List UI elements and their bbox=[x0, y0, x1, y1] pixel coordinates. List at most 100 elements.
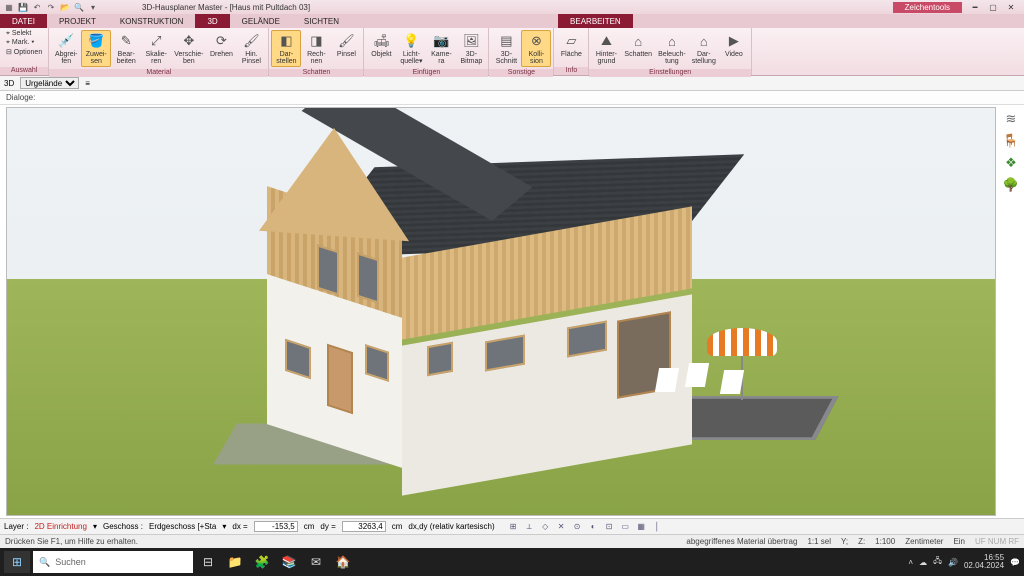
start-button[interactable]: ⊞ bbox=[4, 551, 30, 573]
verschieben-button[interactable]: ✥Verschie- ben bbox=[171, 30, 206, 67]
tab-konstruktion[interactable]: KONSTRUKTION bbox=[108, 14, 196, 28]
tab-datei[interactable]: DATEI bbox=[0, 14, 47, 28]
drehen-button[interactable]: ⟳Drehen bbox=[206, 30, 236, 60]
tab-gelaende[interactable]: GELÄNDE bbox=[230, 14, 292, 28]
snap-icon[interactable]: ⊙ bbox=[571, 520, 584, 533]
zuweisen-button[interactable]: 🪣Zuwei- sen bbox=[81, 30, 111, 67]
optionen-button[interactable]: ⊟ Optionen bbox=[6, 48, 42, 56]
status-y: Y; bbox=[841, 537, 848, 546]
objekt-button[interactable]: 🛋Objekt bbox=[366, 30, 396, 60]
dialog-bar: Dialoge: bbox=[0, 91, 1024, 105]
taskbar-app-icon[interactable]: 🏠 bbox=[331, 551, 355, 573]
group-label: Material bbox=[49, 69, 268, 77]
snap-icon[interactable]: ◇ bbox=[539, 520, 552, 533]
task-view-icon[interactable]: ⊟ bbox=[196, 551, 220, 573]
chair bbox=[685, 363, 709, 387]
move-icon: ✥ bbox=[180, 32, 198, 50]
snap-icon[interactable]: ✕ bbox=[555, 520, 568, 533]
dx-input[interactable] bbox=[254, 521, 298, 532]
taskbar-app-icon[interactable]: ✉ bbox=[304, 551, 328, 573]
snap-icon[interactable]: ▭ bbox=[619, 520, 632, 533]
taskbar-app-icon[interactable]: 📁 bbox=[223, 551, 247, 573]
umbrella-canopy bbox=[707, 328, 777, 356]
darstellung-button[interactable]: ⌂Dar- stellung bbox=[689, 30, 719, 67]
camera-icon: 📷 bbox=[432, 32, 450, 50]
tray-network-icon[interactable]: 🖧 bbox=[933, 555, 942, 569]
taskbar-app-icon[interactable]: 📚 bbox=[277, 551, 301, 573]
layers-icon[interactable]: ≋ bbox=[1006, 111, 1017, 127]
dropdown-icon[interactable]: ▾ bbox=[222, 522, 226, 531]
ribbon: ⌖ Selekt ⌖ Mark. ▾ ⊟ Optionen Auswahl 💉A… bbox=[0, 28, 1024, 76]
taskbar-search[interactable]: 🔍 Suchen bbox=[33, 551, 193, 573]
hintergrund-button[interactable]: ⛰Hinter- grund bbox=[591, 30, 621, 67]
rechnen-button[interactable]: ◨Rech- nen bbox=[301, 30, 331, 67]
tree-icon[interactable]: 🌳 bbox=[1003, 177, 1019, 193]
beleuchtung-button[interactable]: ⌂Beleuch- tung bbox=[655, 30, 689, 67]
qat-icon[interactable]: ▦ bbox=[3, 1, 15, 13]
background-icon: ⛰ bbox=[597, 32, 615, 50]
tray-volume-icon[interactable]: 🔊 bbox=[948, 558, 958, 567]
front-door bbox=[327, 344, 353, 414]
tray-cloud-icon[interactable]: ☁ bbox=[919, 558, 927, 567]
taskbar-app-icon[interactable]: 🧩 bbox=[250, 551, 274, 573]
snap-icon[interactable]: ⊡ bbox=[603, 520, 616, 533]
tab-sichten[interactable]: SICHTEN bbox=[292, 14, 351, 28]
bearbeiten-button[interactable]: ✎Bear- beiten bbox=[111, 30, 141, 67]
coord-mode[interactable]: dx,dy (relativ kartesisch) bbox=[408, 522, 494, 531]
qat-save-icon[interactable]: 💾 bbox=[17, 1, 29, 13]
dropdown-icon[interactable]: ▾ bbox=[93, 522, 97, 531]
group-einstellungen: ⛰Hinter- grund ⌂Schatten ⌂Beleuch- tung … bbox=[589, 28, 751, 75]
viewport-3d[interactable] bbox=[6, 107, 996, 516]
mark-button[interactable]: ⌖ Mark. ▾ bbox=[6, 39, 34, 47]
hinpinsel-button[interactable]: 🖌Hin. Pinsel bbox=[236, 30, 266, 67]
selekt-button[interactable]: ⌖ Selekt bbox=[6, 30, 31, 38]
qat-undo-icon[interactable]: ↶ bbox=[31, 1, 43, 13]
schnitt-button[interactable]: ▤3D- Schnitt bbox=[491, 30, 521, 67]
view-mode[interactable]: 3D bbox=[4, 79, 14, 88]
layer-value[interactable]: 2D Einrichtung bbox=[34, 522, 86, 531]
tray-chevron-icon[interactable]: ˄ bbox=[908, 558, 913, 567]
dropdown-icon[interactable]: ≡ bbox=[85, 79, 90, 88]
dy-input[interactable] bbox=[342, 521, 386, 532]
shadow-icon: ⌂ bbox=[629, 32, 647, 50]
close-icon[interactable]: ✕ bbox=[1004, 3, 1018, 12]
notifications-icon[interactable]: 💬 bbox=[1010, 558, 1020, 567]
skalieren-button[interactable]: ⤢Skalie- ren bbox=[141, 30, 171, 67]
minimize-icon[interactable]: ━ bbox=[968, 3, 982, 12]
taskbar-clock[interactable]: 16:55 02.04.2024 bbox=[964, 554, 1004, 570]
qat-more-icon[interactable]: ▾ bbox=[87, 1, 99, 13]
snap-icon[interactable]: ⟂ bbox=[523, 520, 536, 533]
qat-zoom-icon[interactable]: 🔍 bbox=[73, 1, 85, 13]
kollision-button[interactable]: ⊗Kolli- sion bbox=[521, 30, 551, 67]
snap-icon[interactable]: ▦ bbox=[635, 520, 648, 533]
rotate-icon: ⟳ bbox=[212, 32, 230, 50]
darstellen-button[interactable]: ◧Dar- stellen bbox=[271, 30, 301, 67]
furniture-icon[interactable]: 🪑 bbox=[1003, 133, 1019, 149]
tab-bearbeiten[interactable]: BEARBEITEN bbox=[558, 14, 633, 28]
area-icon: ▱ bbox=[562, 32, 580, 50]
tab-3d[interactable]: 3D bbox=[195, 14, 229, 28]
kamera-button[interactable]: 📷Kame- ra bbox=[426, 30, 456, 67]
snap-icon[interactable]: ◐ bbox=[587, 520, 600, 533]
pinsel-button[interactable]: 🖌Pinsel bbox=[331, 30, 361, 60]
video-button[interactable]: ▶Video bbox=[719, 30, 749, 60]
schatten-einst-button[interactable]: ⌂Schatten bbox=[621, 30, 655, 60]
layer-select[interactable]: Urgelände bbox=[20, 77, 79, 89]
bitmap-button[interactable]: 🖼3D- Bitmap bbox=[456, 30, 486, 67]
qat-redo-icon[interactable]: ↷ bbox=[45, 1, 57, 13]
quick-access-toolbar: ▦ 💾 ↶ ↷ 📂 🔍 ▾ bbox=[0, 1, 102, 13]
qat-open-icon[interactable]: 📂 bbox=[59, 1, 71, 13]
geschoss-value[interactable]: Erdgeschoss [+Sta bbox=[149, 522, 216, 531]
maximize-icon[interactable]: ▢ bbox=[986, 3, 1000, 12]
lichtquelle-button[interactable]: 💡Licht- quelle▾ bbox=[396, 30, 426, 67]
abgreifen-button[interactable]: 💉Abgrei- fen bbox=[51, 30, 81, 67]
context-tab-label: Zeichentools bbox=[893, 2, 962, 13]
snap-icon[interactable]: │ bbox=[651, 520, 664, 533]
flaeche-button[interactable]: ▱Fläche bbox=[556, 30, 586, 60]
play-icon: ▶ bbox=[725, 32, 743, 50]
tab-projekt[interactable]: PROJEKT bbox=[47, 14, 108, 28]
plants-icon[interactable]: ❖ bbox=[1005, 155, 1017, 171]
bulb-icon: 💡 bbox=[402, 32, 420, 50]
snap-icon[interactable]: ⊞ bbox=[507, 520, 520, 533]
unit-label: cm bbox=[304, 522, 315, 531]
